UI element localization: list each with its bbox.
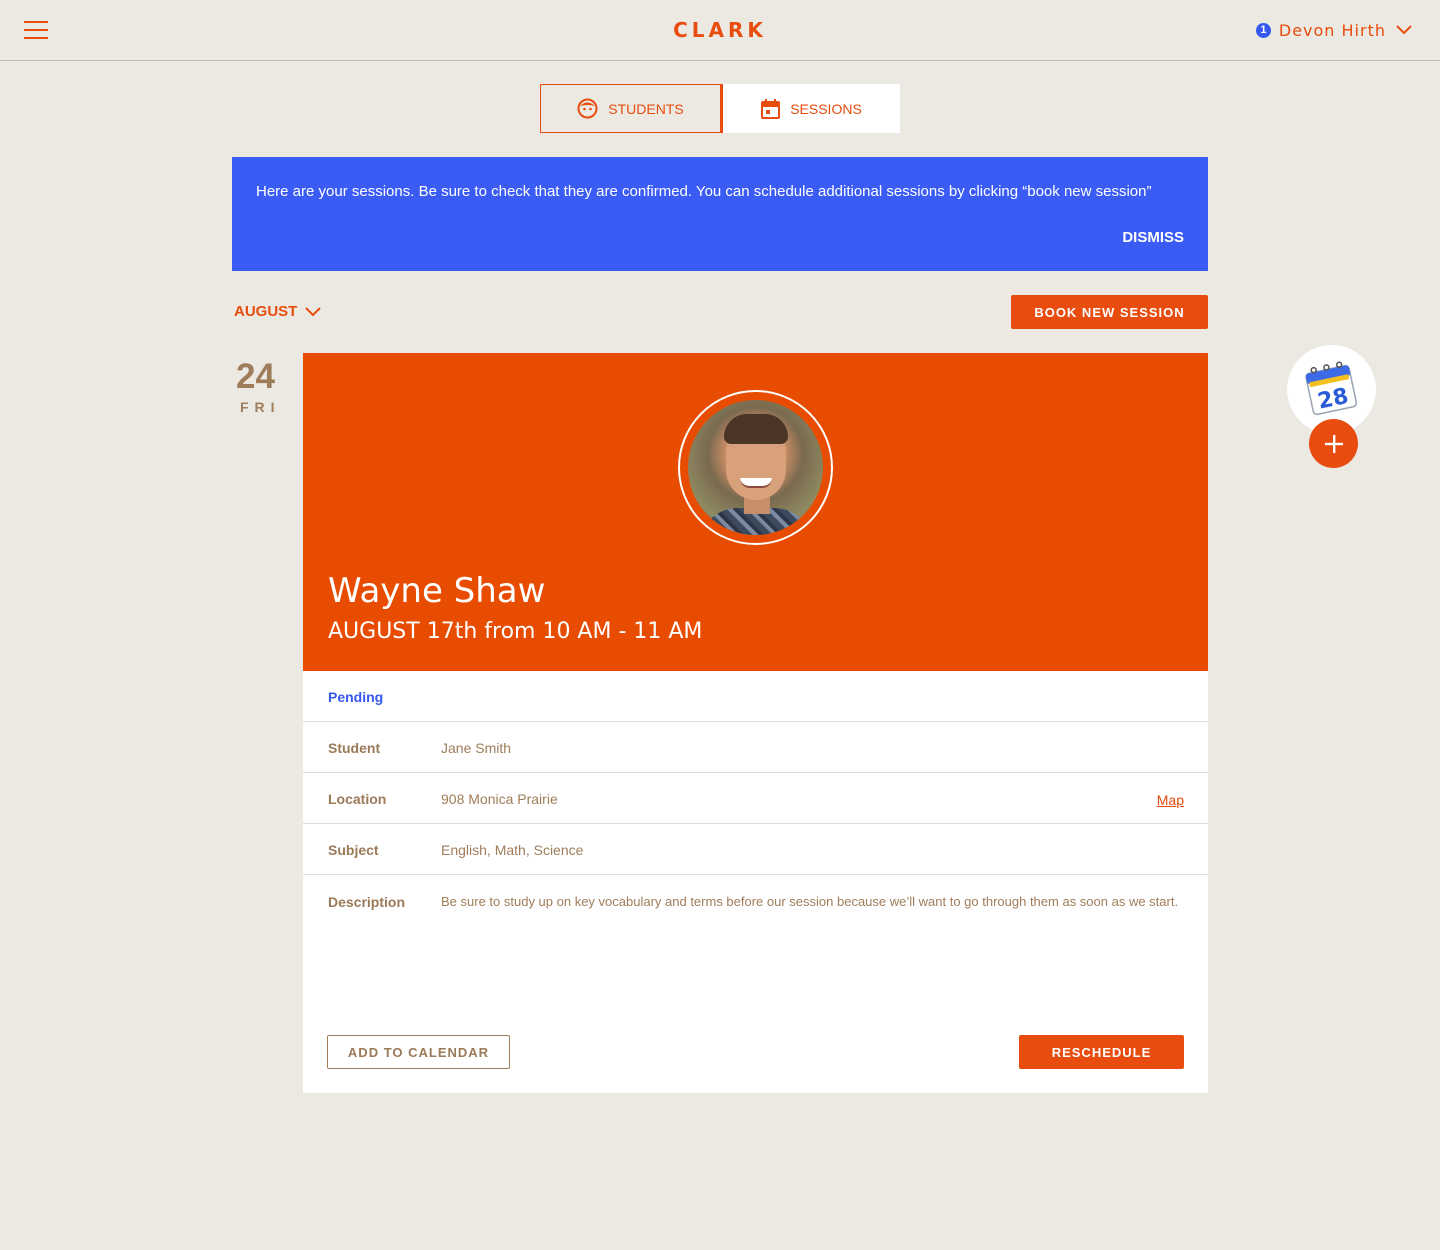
tab-students-label: STUDENTS [608,100,684,117]
app-logo[interactable]: CLARK [0,18,1440,42]
tutor-avatar [688,400,823,535]
subject-row: Subject English, Math, Science [303,824,1208,875]
plus-icon [1324,434,1343,453]
banner-message: Here are your sessions. Be sure to check… [256,183,1152,200]
description-label: Description [328,894,406,910]
calendar-icon [761,98,781,119]
reschedule-button[interactable]: RESCHEDULE [1019,1035,1184,1069]
student-label: Student [328,740,381,756]
month-selector[interactable]: AUGUST [234,303,322,320]
session-date-number: 24 [236,357,275,396]
notification-badge[interactable]: 1 [1255,22,1271,38]
chevron-down-icon[interactable] [1396,25,1412,35]
tab-sessions[interactable]: SESSIONS [723,84,900,133]
calendar-day-number: 28 [1316,384,1351,415]
subject-label: Subject [328,842,379,858]
status-badge: Pending [328,689,384,705]
location-label: Location [328,791,387,807]
tutor-avatar-frame [678,390,833,545]
user-menu[interactable]: 1 Devon Hirth [1255,19,1412,41]
add-to-calendar-button[interactable]: ADD TO CALENDAR [327,1035,510,1069]
session-time: AUGUST 17th from 10 AM - 11 AM [328,619,703,644]
description-value: Be sure to study up on key vocabulary an… [441,894,1179,909]
map-link[interactable]: Map [1157,792,1184,808]
session-card-body: Pending Student Jane Smith Location 908 … [303,671,1208,1093]
month-label: AUGUST [234,303,298,320]
student-value: Jane Smith [441,740,512,756]
student-row: Student Jane Smith [303,722,1208,773]
tab-students[interactable]: STUDENTS [540,84,723,133]
status-row: Pending [303,671,1208,722]
top-header: CLARK 1 Devon Hirth [0,0,1440,61]
info-banner: Here are your sessions. Be sure to check… [232,157,1208,271]
tutor-name: Wayne Shaw [328,571,546,611]
chevron-down-icon [305,306,322,316]
subject-value: English, Math, Science [441,842,584,858]
session-date-weekday: FRI [240,399,281,415]
user-name[interactable]: Devon Hirth [1279,21,1386,40]
location-value: 908 Monica Prairie [441,791,558,807]
book-new-session-button[interactable]: BOOK NEW SESSION [1011,295,1208,329]
session-card-header: Wayne Shaw AUGUST 17th from 10 AM - 11 A… [303,353,1208,671]
location-row: Location 908 Monica Prairie Map [303,773,1208,824]
tab-sessions-label: SESSIONS [790,100,862,117]
dismiss-button[interactable]: DISMISS [1122,229,1184,246]
add-button[interactable] [1309,419,1358,468]
student-face-icon [577,98,598,119]
